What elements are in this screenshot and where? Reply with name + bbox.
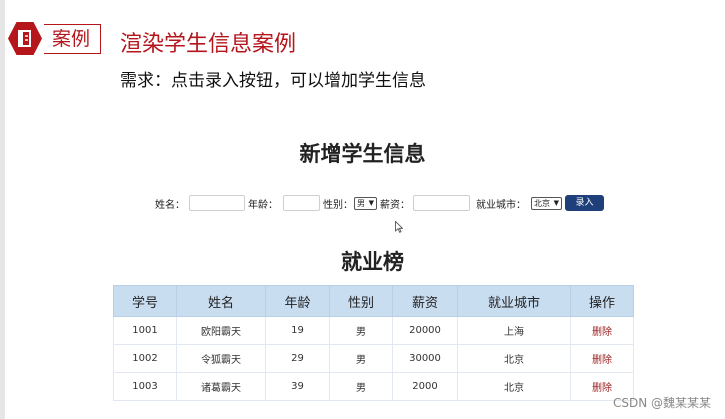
city-label: 就业城市： (476, 199, 526, 211)
city-select-value: 北京 (534, 198, 550, 208)
age-label: 年龄： (248, 199, 278, 211)
table-row: 1003 诸葛霸天 39 男 2000 北京 删除 (113, 372, 634, 401)
salary-cell: 20000 (392, 316, 458, 345)
chevron-down-icon: ▼ (368, 198, 374, 207)
form-title: 新增学生信息 (299, 142, 426, 166)
watermark: CSDN @魏某某某 (612, 396, 711, 410)
submit-button[interactable]: 录入 (565, 195, 604, 211)
column-header: 薪资 (392, 285, 458, 317)
delete-link[interactable]: 删除 (570, 316, 634, 345)
column-header: 年龄 (265, 285, 330, 317)
student-id-cell: 1003 (113, 372, 177, 401)
gender-cell: 男 (329, 372, 393, 401)
name-cell: 诸葛霸天 (176, 372, 266, 401)
name-input[interactable] (189, 195, 245, 211)
age-cell: 39 (265, 372, 330, 401)
left-edge-strip (0, 0, 5, 419)
gender-cell: 男 (329, 316, 393, 345)
column-header: 性别 (329, 285, 393, 317)
city-cell: 上海 (457, 316, 571, 345)
student-id-cell: 1002 (113, 344, 177, 373)
case-badge: 案例 (8, 22, 102, 55)
column-header: 操作 (570, 285, 634, 317)
case-badge-label: 案例 (44, 23, 102, 54)
gender-cell: 男 (329, 344, 393, 373)
city-cell: 北京 (457, 372, 571, 401)
document-icon (8, 22, 42, 55)
city-cell: 北京 (457, 344, 571, 373)
salary-input[interactable] (413, 195, 470, 211)
chevron-down-icon: ▼ (553, 198, 559, 207)
table-row: 1002 令狐霸天 29 男 30000 北京 删除 (113, 344, 634, 373)
name-cell: 欧阳霸天 (176, 316, 266, 345)
case-title: 渲染学生信息案例 (120, 32, 297, 57)
delete-link[interactable]: 删除 (570, 344, 634, 373)
column-header: 学号 (113, 285, 177, 317)
city-select[interactable]: 北京 ▼ (531, 196, 562, 210)
ranking-title: 就业榜 (341, 250, 404, 274)
table-header-row: 学号 姓名 年龄 性别 薪资 就业城市 操作 (113, 285, 634, 317)
salary-cell: 30000 (392, 344, 458, 373)
student-id-cell: 1001 (113, 316, 177, 345)
employment-table: 学号 姓名 年龄 性别 薪资 就业城市 操作 1001 欧阳霸天 19 男 20… (113, 285, 634, 401)
gender-label: 性别： (323, 199, 353, 211)
name-label: 姓名： (155, 199, 185, 211)
mouse-cursor-icon (395, 221, 403, 233)
table-row: 1001 欧阳霸天 19 男 20000 上海 删除 (113, 316, 634, 345)
student-form: 姓名： 年龄： 性别： 男 ▼ 薪资： 就业城市： 北京 ▼ 录入 (155, 194, 604, 212)
salary-cell: 2000 (392, 372, 458, 401)
salary-label: 薪资： (380, 199, 410, 211)
age-cell: 29 (265, 344, 330, 373)
age-input[interactable] (283, 195, 320, 211)
requirement-text: 需求：点击录入按钮，可以增加学生信息 (120, 71, 426, 91)
column-header: 就业城市 (457, 285, 571, 317)
gender-select[interactable]: 男 ▼ (354, 196, 377, 210)
name-cell: 令狐霸天 (176, 344, 266, 373)
gender-select-value: 男 (357, 198, 365, 208)
column-header: 姓名 (176, 285, 266, 317)
age-cell: 19 (265, 316, 330, 345)
